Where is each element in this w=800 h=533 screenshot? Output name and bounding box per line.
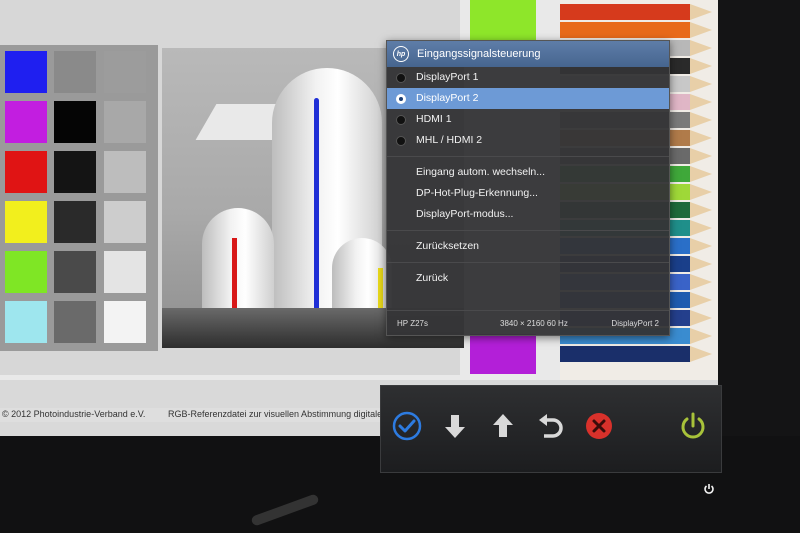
osd-item-label: Zurücksetzen: [416, 240, 480, 252]
swatch-magenta: [5, 101, 47, 143]
pencil: [560, 22, 712, 38]
swatch-gray: [104, 151, 146, 193]
swatch-gray: [54, 301, 96, 343]
osd-divider: [387, 156, 669, 157]
osd-item-label: Eingang autom. wechseln...: [416, 166, 545, 178]
osd-item-label: DisplayPort 1: [416, 71, 479, 83]
swatch-cyan: [5, 301, 47, 343]
osd-item-label: DisplayPort-modus...: [416, 208, 514, 220]
purple-bar: [470, 334, 536, 374]
osd-divider: [387, 230, 669, 231]
osd-divider: [387, 262, 669, 263]
signal-resolution: 3840 × 2160 60 Hz: [500, 319, 568, 328]
swatch-black: [54, 151, 96, 193]
swatch-yellow: [5, 201, 47, 243]
color-swatch-grid: [0, 45, 158, 351]
osd-status-bar: HP Z27s 3840 × 2160 60 Hz DisplayPort 2: [387, 310, 669, 335]
radio-selected-icon: [396, 94, 406, 104]
return-icon[interactable]: [535, 410, 567, 442]
monitor-model: HP Z27s: [397, 319, 428, 328]
osd-item-label: HDMI 1: [416, 113, 452, 125]
osd-item-reset[interactable]: Zurücksetzen: [387, 236, 669, 257]
swatch-gray: [104, 51, 146, 93]
swatch-dark-gray: [54, 251, 96, 293]
caption-copyright: © 2012 Photoindustrie-Verband e.V.: [2, 409, 146, 419]
swatch-green: [5, 251, 47, 293]
osd-button-bar: [380, 385, 722, 473]
checkmark-icon[interactable]: [391, 410, 423, 442]
power-led-icon[interactable]: [702, 482, 716, 496]
osd-item-dp-hot-plug[interactable]: DP-Hot-Plug-Erkennung...: [387, 183, 669, 204]
swatch-black: [54, 101, 96, 143]
arrow-down-icon[interactable]: [439, 410, 471, 442]
radio-icon: [396, 73, 406, 83]
power-icon[interactable]: [677, 410, 709, 442]
osd-item-mhl-hdmi-2[interactable]: MHL / HDMI 2: [387, 130, 669, 151]
osd-menu: hp Eingangssignalsteuerung DisplayPort 1…: [386, 40, 670, 336]
close-icon[interactable]: [583, 410, 615, 442]
swatch-gray: [104, 101, 146, 143]
swatch-blue: [5, 51, 47, 93]
osd-item-hdmi-1[interactable]: HDMI 1: [387, 109, 669, 130]
caption-title: RGB-Referenzdatei zur visuellen Abstimmu…: [168, 409, 399, 419]
osd-item-displayport-mode[interactable]: DisplayPort-modus...: [387, 204, 669, 225]
swatch-red: [5, 151, 47, 193]
osd-header: hp Eingangssignalsteuerung: [387, 41, 669, 67]
osd-item-back[interactable]: Zurück: [387, 268, 669, 289]
pencil: [560, 346, 712, 362]
osd-item-displayport-2[interactable]: DisplayPort 2: [387, 88, 669, 109]
swatch-dark-gray: [54, 201, 96, 243]
pencil: [560, 4, 712, 20]
swatch-light-gray: [104, 251, 146, 293]
monitor-screen: © 2012 Photoindustrie-Verband e.V. RGB-R…: [0, 0, 718, 436]
osd-item-label: DP-Hot-Plug-Erkennung...: [416, 187, 538, 199]
osd-item-label: Zurück: [416, 272, 449, 284]
swatch-gray: [54, 51, 96, 93]
radio-icon: [396, 136, 406, 146]
swatch-white: [104, 301, 146, 343]
hp-logo-icon: hp: [393, 46, 409, 62]
radio-icon: [396, 115, 406, 125]
active-input: DisplayPort 2: [611, 319, 659, 328]
arrow-up-icon[interactable]: [487, 410, 519, 442]
osd-item-auto-switch[interactable]: Eingang autom. wechseln...: [387, 162, 669, 183]
osd-item-displayport-1[interactable]: DisplayPort 1: [387, 67, 669, 88]
swatch-gray: [104, 201, 146, 243]
osd-title: Eingangssignalsteuerung: [417, 48, 541, 60]
osd-item-label: DisplayPort 2: [416, 92, 479, 104]
blue-stripe: [314, 98, 319, 338]
osd-item-label: MHL / HDMI 2: [416, 134, 483, 146]
